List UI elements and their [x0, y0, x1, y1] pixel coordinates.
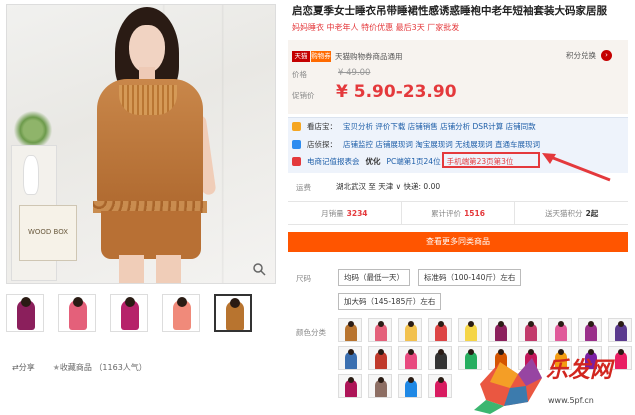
stat-reviews[interactable]: 累计评价 1516	[402, 202, 516, 224]
color-swatch[interactable]	[338, 318, 362, 342]
tool-lead: 看店宝：	[307, 122, 337, 131]
color-swatch[interactable]	[518, 318, 542, 342]
color-swatch[interactable]	[608, 318, 632, 342]
size-option[interactable]: 均码（最低一天）	[338, 269, 410, 286]
promo-label: 促销价	[292, 91, 315, 100]
kandianbao-icon	[292, 122, 301, 131]
coupon-note: 天猫购物券商品通用	[335, 52, 403, 61]
color-swatch[interactable]	[368, 346, 392, 370]
thumbnail[interactable]	[162, 294, 200, 332]
size-label: 尺码	[296, 274, 311, 283]
wood-box-decoration: WOOD BOX	[19, 205, 77, 261]
tmall-badge: 天猫	[292, 51, 310, 62]
color-swatch[interactable]	[578, 318, 602, 342]
share-link[interactable]: ⇄ 分享	[12, 362, 35, 373]
price-label: 价格	[292, 70, 307, 79]
star-icon: ★	[52, 363, 60, 372]
thumbnail-selected[interactable]	[214, 294, 252, 332]
color-swatch[interactable]	[428, 318, 452, 342]
thumbnail[interactable]	[110, 294, 148, 332]
report-icon	[292, 157, 301, 166]
thumbnail[interactable]	[58, 294, 96, 332]
stat-points: 送天猫积分 2起	[545, 209, 599, 218]
product-main-image[interactable]: WOOD BOX	[6, 4, 276, 284]
more-similar-button[interactable]: 查看更多同类商品	[288, 232, 628, 252]
highlight-box	[442, 152, 540, 168]
color-swatch[interactable]	[428, 346, 452, 370]
color-swatch[interactable]	[338, 374, 362, 398]
optimize-tag: 优化	[365, 157, 381, 166]
color-label: 颜色分类	[296, 328, 326, 337]
color-swatch[interactable]	[398, 318, 422, 342]
color-swatch[interactable]	[338, 346, 362, 370]
shipping-label: 运费	[296, 183, 311, 192]
color-swatch[interactable]	[398, 346, 422, 370]
watermark-brand: 乐发网	[546, 357, 613, 383]
color-swatch[interactable]	[368, 374, 392, 398]
share-bar: ⇄ 分享 ★ 收藏商品 （1163人气）	[12, 362, 147, 373]
tool-lead: 店侦探：	[307, 140, 337, 149]
tool-row-diantanzhen: 店侦探： 店铺监控 店铺展现词 淘宝展现词 无线展现词 直通车展现词	[292, 139, 540, 150]
model-figure	[89, 5, 239, 283]
stat-monthly-sales: 月销量 3234	[288, 202, 402, 224]
color-swatch[interactable]	[368, 318, 392, 342]
points-exchange-link[interactable]: 积分兑换	[566, 50, 596, 61]
zoom-icon[interactable]	[252, 262, 266, 276]
size-option[interactable]: 标准码（100-140斤）左右	[418, 269, 522, 286]
pc-rank[interactable]: PC端第1页24位	[387, 156, 441, 167]
tool-links[interactable]: 店铺监控 店铺展现词 淘宝展现词 无线展现词 直通车展现词	[343, 139, 540, 150]
share-icon: ⇄	[12, 363, 19, 372]
color-swatch[interactable]	[428, 374, 452, 398]
diantanzhen-icon	[292, 140, 301, 149]
tool-row-kandianbao: 看店宝： 宝贝分析 评价下载 店铺销售 店铺分析 DSR计算 店铺同款	[292, 121, 536, 132]
shipping-info[interactable]: 湖北武汉 至 天津 ∨ 快递: 0.00	[336, 181, 440, 192]
chevron-right-icon[interactable]: ›	[601, 50, 612, 61]
thumbnail-strip	[6, 294, 276, 334]
color-swatch[interactable]	[488, 318, 512, 342]
promo-price: ¥ 5.90-23.90	[336, 82, 457, 102]
tool-links[interactable]: 宝贝分析 评价下载 店铺销售 店铺分析 DSR计算 店铺同款	[343, 121, 536, 132]
vase-decoration	[23, 155, 39, 195]
annotation-arrow	[542, 153, 611, 182]
product-title: 启恋夏季女士睡衣吊带睡裙性感诱惑睡袍中老年短袖套装大码家居服	[292, 5, 607, 17]
thumbnail[interactable]	[6, 294, 44, 332]
product-subtitle: 妈妈睡衣 中老年人 特价优惠 最后3天 厂家批发	[292, 23, 460, 32]
sales-stats: 月销量 3234 累计评价 1516 送天猫积分 2起	[288, 201, 628, 225]
favorite-link[interactable]: ★ 收藏商品 （1163人气）	[53, 362, 147, 373]
original-price: ¥ 49.00	[338, 68, 371, 78]
coupon-badge: 购物券	[311, 51, 331, 62]
size-option[interactable]: 加大码（145-185斤）左右	[338, 293, 442, 310]
ranking-lead[interactable]: 电商记值报表会	[307, 156, 360, 167]
color-swatch[interactable]	[548, 318, 572, 342]
color-swatch[interactable]	[398, 374, 422, 398]
watermark-url: www.5pf.cn	[548, 396, 594, 405]
color-swatch[interactable]	[458, 318, 482, 342]
